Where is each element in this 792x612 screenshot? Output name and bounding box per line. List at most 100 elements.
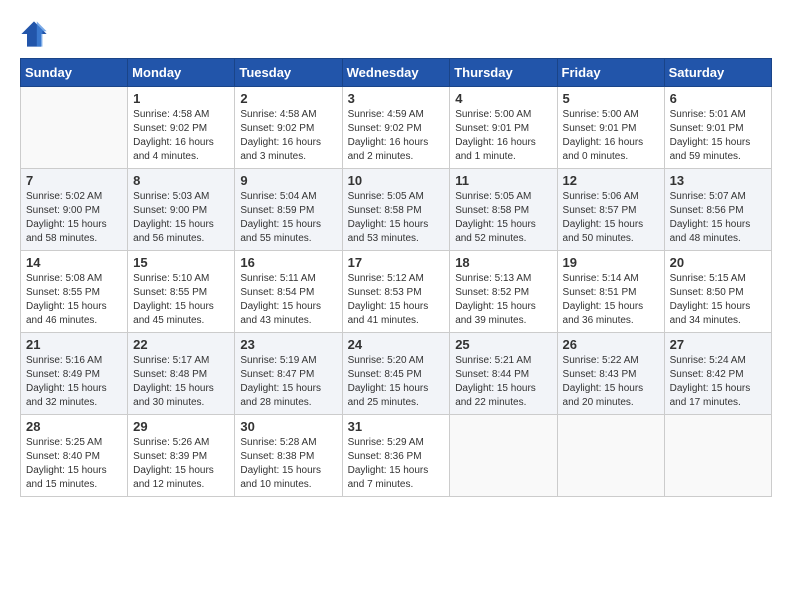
day-number: 31 (348, 419, 445, 434)
day-info: Sunrise: 5:05 AM Sunset: 8:58 PM Dayligh… (455, 190, 551, 246)
day-number: 30 (240, 419, 336, 434)
calendar-cell: 26 Sunrise: 5:22 AM Sunset: 8:43 PM Dayli… (557, 333, 664, 415)
calendar-cell: 22Sunrise: 5:17 AM Sunset: 8:48 PM Dayli… (128, 333, 235, 415)
day-info: Sunrise: 5:12 AM Sunset: 8:53 PM Dayligh… (348, 272, 445, 328)
day-number: 20 (670, 255, 766, 270)
calendar-cell: 31 Sunrise: 5:29 AM Sunset: 8:36 PM Dayli… (342, 415, 450, 497)
day-number: 28 (26, 419, 122, 434)
day-number: 27 (670, 337, 766, 352)
calendar-cell: 8 Sunrise: 5:03 AM Sunset: 9:00 PM Daylig… (128, 169, 235, 251)
day-number: 10 (348, 173, 445, 188)
day-info: Sunrise: 5:11 AM Sunset: 8:54 PM Dayligh… (240, 272, 336, 328)
calendar-cell: 19 Sunrise: 5:14 AM Sunset: 8:51 PM Dayli… (557, 251, 664, 333)
calendar-cell: 15 Sunrise: 5:10 AM Sunset: 8:55 PM Dayli… (128, 251, 235, 333)
day-info: Sunrise: 5:19 AM Sunset: 8:47 PM Dayligh… (240, 354, 336, 410)
day-number: 14 (26, 255, 122, 270)
day-number: 13 (670, 173, 766, 188)
day-number: 19 (563, 255, 659, 270)
day-info: Sunrise: 5:15 AM Sunset: 8:50 PM Dayligh… (670, 272, 766, 328)
day-number: 25 (455, 337, 551, 352)
day-info: Sunrise: 4:58 AM Sunset: 9:02 PM Dayligh… (240, 108, 336, 164)
calendar-cell: 25Sunrise: 5:21 AM Sunset: 8:44 PM Dayli… (450, 333, 557, 415)
day-info: Sunrise: 5:10 AM Sunset: 8:55 PM Dayligh… (133, 272, 229, 328)
calendar-week-row: 21 Sunrise: 5:16 AM Sunset: 8:49 PM Dayli… (21, 333, 772, 415)
calendar-cell: 17 Sunrise: 5:12 AM Sunset: 8:53 PM Dayli… (342, 251, 450, 333)
weekday-header: Wednesday (342, 59, 450, 87)
calendar-cell: 11 Sunrise: 5:05 AM Sunset: 8:58 PM Dayli… (450, 169, 557, 251)
calendar-cell: 29 Sunrise: 5:26 AM Sunset: 8:39 PM Dayli… (128, 415, 235, 497)
calendar-cell (664, 415, 771, 497)
weekday-header: Sunday (21, 59, 128, 87)
day-info: Sunrise: 5:29 AM Sunset: 8:36 PM Dayligh… (348, 436, 445, 492)
day-info: Sunrise: 4:58 AM Sunset: 9:02 PM Dayligh… (133, 108, 229, 164)
calendar-cell: 30 Sunrise: 5:28 AM Sunset: 8:38 PM Dayli… (235, 415, 342, 497)
calendar-cell: 6 Sunrise: 5:01 AM Sunset: 9:01 PM Daylig… (664, 87, 771, 169)
day-info: Sunrise: 5:24 AM Sunset: 8:42 PM Dayligh… (670, 354, 766, 410)
day-info: Sunrise: 5:03 AM Sunset: 9:00 PM Dayligh… (133, 190, 229, 246)
day-number: 7 (26, 173, 122, 188)
day-number: 23 (240, 337, 336, 352)
day-number: 17 (348, 255, 445, 270)
calendar-cell: 12Sunrise: 5:06 AM Sunset: 8:57 PM Dayli… (557, 169, 664, 251)
day-number: 18 (455, 255, 551, 270)
day-info: Sunrise: 5:17 AM Sunset: 8:48 PM Dayligh… (133, 354, 229, 410)
page-header (20, 20, 772, 48)
calendar-table: SundayMondayTuesdayWednesdayThursdayFrid… (20, 58, 772, 497)
day-number: 15 (133, 255, 229, 270)
weekday-header: Saturday (664, 59, 771, 87)
weekday-header: Monday (128, 59, 235, 87)
day-info: Sunrise: 5:26 AM Sunset: 8:39 PM Dayligh… (133, 436, 229, 492)
calendar-cell: 7 Sunrise: 5:02 AM Sunset: 9:00 PM Daylig… (21, 169, 128, 251)
calendar-week-row: 7 Sunrise: 5:02 AM Sunset: 9:00 PM Daylig… (21, 169, 772, 251)
day-number: 12 (563, 173, 659, 188)
day-info: Sunrise: 5:22 AM Sunset: 8:43 PM Dayligh… (563, 354, 659, 410)
day-number: 9 (240, 173, 336, 188)
day-number: 6 (670, 91, 766, 106)
calendar-cell: 3 Sunrise: 4:59 AM Sunset: 9:02 PM Daylig… (342, 87, 450, 169)
calendar-cell: 20 Sunrise: 5:15 AM Sunset: 8:50 PM Dayli… (664, 251, 771, 333)
day-info: Sunrise: 5:01 AM Sunset: 9:01 PM Dayligh… (670, 108, 766, 164)
day-number: 11 (455, 173, 551, 188)
day-number: 8 (133, 173, 229, 188)
calendar-cell: 9Sunrise: 5:04 AM Sunset: 8:59 PM Daylig… (235, 169, 342, 251)
day-info: Sunrise: 5:05 AM Sunset: 8:58 PM Dayligh… (348, 190, 445, 246)
day-info: Sunrise: 4:59 AM Sunset: 9:02 PM Dayligh… (348, 108, 445, 164)
day-number: 2 (240, 91, 336, 106)
day-number: 3 (348, 91, 445, 106)
day-info: Sunrise: 5:02 AM Sunset: 9:00 PM Dayligh… (26, 190, 122, 246)
day-info: Sunrise: 5:20 AM Sunset: 8:45 PM Dayligh… (348, 354, 445, 410)
calendar-week-row: 1 Sunrise: 4:58 AM Sunset: 9:02 PM Daylig… (21, 87, 772, 169)
day-info: Sunrise: 5:08 AM Sunset: 8:55 PM Dayligh… (26, 272, 122, 328)
day-number: 1 (133, 91, 229, 106)
day-info: Sunrise: 5:14 AM Sunset: 8:51 PM Dayligh… (563, 272, 659, 328)
day-info: Sunrise: 5:28 AM Sunset: 8:38 PM Dayligh… (240, 436, 336, 492)
logo-icon (20, 20, 48, 48)
day-info: Sunrise: 5:13 AM Sunset: 8:52 PM Dayligh… (455, 272, 551, 328)
calendar-cell: 28Sunrise: 5:25 AM Sunset: 8:40 PM Dayli… (21, 415, 128, 497)
calendar-cell: 10 Sunrise: 5:05 AM Sunset: 8:58 PM Dayli… (342, 169, 450, 251)
calendar-cell: 16 Sunrise: 5:11 AM Sunset: 8:54 PM Dayli… (235, 251, 342, 333)
calendar-cell: 2 Sunrise: 4:58 AM Sunset: 9:02 PM Daylig… (235, 87, 342, 169)
calendar-cell: 4Sunrise: 5:00 AM Sunset: 9:01 PM Daylig… (450, 87, 557, 169)
calendar-cell (21, 87, 128, 169)
calendar-cell (450, 415, 557, 497)
day-number: 21 (26, 337, 122, 352)
weekday-header: Friday (557, 59, 664, 87)
calendar-week-row: 14 Sunrise: 5:08 AM Sunset: 8:55 PM Dayli… (21, 251, 772, 333)
day-number: 16 (240, 255, 336, 270)
calendar-cell: 14 Sunrise: 5:08 AM Sunset: 8:55 PM Dayli… (21, 251, 128, 333)
calendar-cell: 18 Sunrise: 5:13 AM Sunset: 8:52 PM Dayli… (450, 251, 557, 333)
weekday-header: Tuesday (235, 59, 342, 87)
day-number: 26 (563, 337, 659, 352)
calendar-cell: 1 Sunrise: 4:58 AM Sunset: 9:02 PM Daylig… (128, 87, 235, 169)
day-info: Sunrise: 5:16 AM Sunset: 8:49 PM Dayligh… (26, 354, 122, 410)
day-info: Sunrise: 5:00 AM Sunset: 9:01 PM Dayligh… (455, 108, 551, 164)
calendar-cell (557, 415, 664, 497)
day-number: 29 (133, 419, 229, 434)
logo (20, 20, 52, 48)
day-number: 5 (563, 91, 659, 106)
weekday-header: Thursday (450, 59, 557, 87)
day-info: Sunrise: 5:07 AM Sunset: 8:56 PM Dayligh… (670, 190, 766, 246)
calendar-cell: 5Sunrise: 5:00 AM Sunset: 9:01 PM Daylig… (557, 87, 664, 169)
day-number: 24 (348, 337, 445, 352)
